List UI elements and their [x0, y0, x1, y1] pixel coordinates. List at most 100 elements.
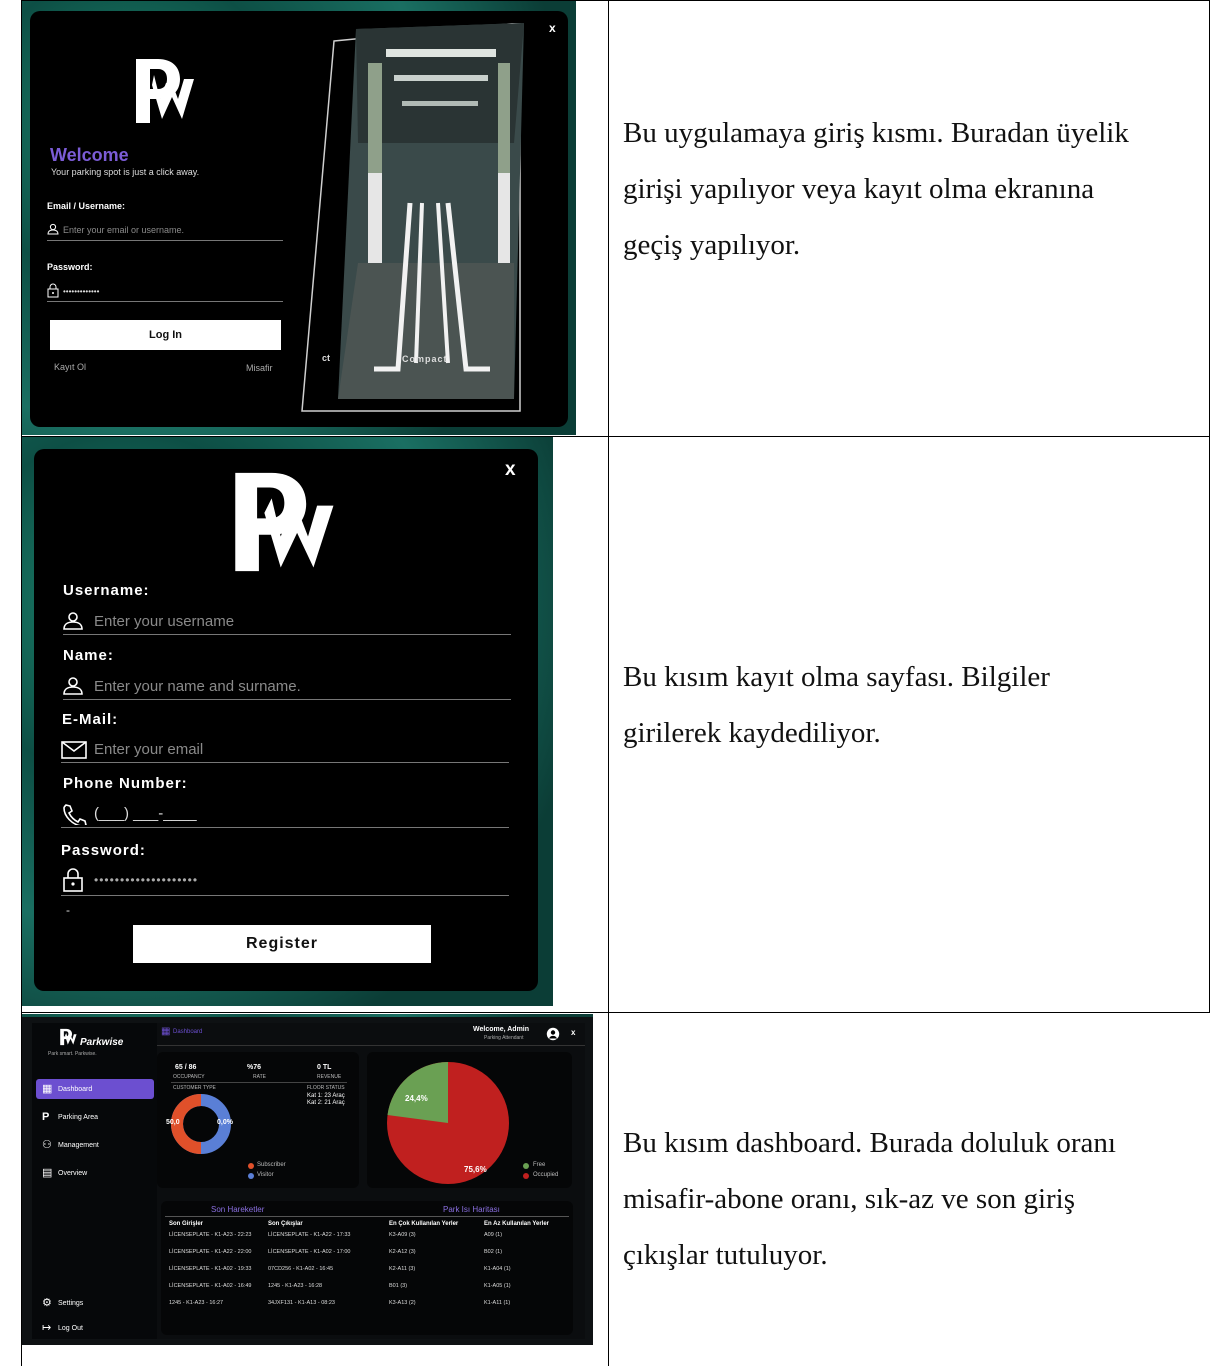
users-icon: ⚇: [42, 1139, 52, 1151]
guest-link[interactable]: Misafir: [246, 363, 273, 373]
nav-overview[interactable]: ▤ Overview: [36, 1163, 154, 1183]
welcome-heading: Welcome: [50, 145, 129, 165]
lock-icon: [63, 868, 83, 892]
report-icon: ▤: [42, 1167, 53, 1179]
mail-icon: [61, 741, 87, 759]
brand-tagline: Park smart. Parkwise.: [48, 1051, 97, 1057]
user-icon: [63, 612, 83, 630]
name-input[interactable]: Enter your name and surname.: [94, 678, 301, 695]
table-cell: K1-A05 (1): [484, 1283, 511, 1289]
row2-description: Bu kısım kayıt olma sayfası. Bilgiler gir…: [623, 661, 1050, 749]
email-label: E-Mail:: [62, 711, 119, 728]
email-input[interactable]: Enter your email: [94, 741, 203, 758]
revenue-label: REVENUE: [317, 1074, 342, 1080]
park-haritasi-title: Park Isı Haritası: [443, 1205, 500, 1214]
welcome-tagline: Your parking spot is just a click away.: [51, 167, 200, 177]
register-button[interactable]: Register: [133, 925, 431, 963]
nav-dashboard[interactable]: ▦ Dashboard: [36, 1079, 154, 1099]
name-underline: [63, 699, 511, 700]
nav-parking-area[interactable]: P Parking Area: [36, 1107, 154, 1127]
col-header-cikislar: Son Çıkışlar: [268, 1221, 303, 1227]
user-icon: [63, 677, 83, 695]
free-legend-dot: [523, 1163, 529, 1169]
photo-label-right: Compact: [402, 354, 448, 364]
dash-mark: -: [66, 903, 70, 917]
table-cell: K1-A11 (1): [484, 1300, 511, 1306]
register-link[interactable]: Kayıt Ol: [54, 362, 86, 372]
close-button[interactable]: x: [571, 1028, 575, 1037]
nav-settings[interactable]: ⚙ Settings: [36, 1293, 154, 1313]
register-panel: x Username: Enter your username Name: En…: [34, 449, 538, 991]
email-underline: [61, 762, 509, 763]
occupancy-value: 65 / 86: [175, 1064, 197, 1071]
user-icon: [47, 223, 59, 235]
phone-label: Phone Number:: [63, 775, 188, 792]
password-underline: [47, 301, 283, 302]
sidebar: Parkwise Park smart. Parkwise. ▦ Dashboar…: [32, 1023, 157, 1339]
table-cell: B01 (3): [389, 1283, 408, 1289]
subscriber-legend: Subscriber: [257, 1162, 286, 1168]
username-label: Username:: [63, 582, 150, 599]
table-cell: LİCENSEPLATE - K1-A22 - 22:00: [169, 1249, 252, 1255]
logout-icon: ↦: [42, 1322, 52, 1334]
table-cell: LİCENSEPLATE - K1-A23 - 22:23: [169, 1232, 252, 1238]
pie-free-label: 24,4%: [405, 1094, 428, 1103]
dashboard-window: Parkwise Park smart. Parkwise. ▦ Dashboar…: [22, 1017, 593, 1345]
email-underline: [47, 240, 283, 241]
parking-icon: P: [42, 1111, 50, 1123]
phone-input[interactable]: (___) ___-____: [94, 805, 197, 822]
free-legend: Free: [533, 1162, 546, 1168]
email-label: Email / Username:: [47, 201, 126, 211]
photo-label-left: ct: [322, 353, 331, 363]
table-cell: LİCENSEPLATE - K1-A22 - 17:33: [268, 1232, 351, 1238]
table-cell: 07CD256 - K1-A02 - 16:45: [268, 1266, 334, 1272]
pie-occupied-label: 75,6%: [464, 1165, 487, 1174]
breadcrumb: Dashboard: [173, 1029, 203, 1035]
col-header-en-az: En Az Kullanılan Yerler: [484, 1221, 550, 1227]
password-label: Password:: [61, 842, 146, 859]
table-cell: LİCENSEPLATE - K1-A02 - 17:00: [268, 1249, 351, 1255]
table-cell: K3-A09 (3): [389, 1232, 416, 1238]
table-cell: K2-A12 (3): [389, 1249, 416, 1255]
close-button[interactable]: x: [549, 21, 556, 35]
movements-card: Son Hareketler Park Isı Haritası Son Gir…: [161, 1201, 573, 1335]
username-underline: [63, 634, 511, 635]
donut-right-label: 0,0%: [217, 1119, 233, 1126]
avatar-icon[interactable]: [546, 1027, 560, 1041]
grid-icon: ▦: [161, 1026, 171, 1037]
stats-card: 65 / 86 OCCUPANCY %76 RATE 0 TL REVENUE …: [157, 1052, 359, 1188]
table-cell: K2-A11 (3): [389, 1266, 416, 1272]
floor-status-1: Kat 1: 23 Araç: [307, 1093, 345, 1099]
parkwise-logo-icon: [60, 1028, 77, 1046]
email-input[interactable]: Enter your email or username.: [63, 225, 184, 235]
main-area: ▦ Dashboard Welcome, Admin Parking Atten…: [157, 1023, 585, 1339]
table-cell: K3-A13 (2): [389, 1300, 416, 1306]
stats-divider: [171, 1082, 347, 1083]
nav-logout[interactable]: ↦ Log Out: [36, 1318, 154, 1338]
phone-icon: [63, 804, 87, 825]
login-button[interactable]: Log In: [50, 320, 281, 350]
occupancy-label: OCCUPANCY: [173, 1074, 205, 1080]
parkwise-logo-icon: [136, 59, 194, 123]
close-button[interactable]: x: [505, 459, 516, 481]
nav-management[interactable]: ⚇ Management: [36, 1135, 154, 1155]
visitor-legend: Visitor: [257, 1172, 274, 1178]
table-border-mid: [608, 0, 609, 1366]
password-label: Password:: [47, 262, 93, 272]
son-hareketler-title: Son Hareketler: [211, 1205, 265, 1214]
table-cell: K1-A04 (1): [484, 1266, 511, 1272]
table-cell: A09 (1): [484, 1232, 503, 1238]
table-cell: 34JXF131 - K1-A13 - 08:23: [268, 1300, 335, 1306]
table-cell: 1245 - K1-A23 - 16:27: [169, 1300, 224, 1306]
password-underline: [61, 895, 509, 896]
password-input[interactable]: ••••••••••••••••••••: [94, 873, 198, 887]
username-input[interactable]: Enter your username: [94, 613, 234, 630]
role-text: Parking Attendant: [484, 1035, 524, 1041]
table-cell: LİCENSEPLATE - K1-A02 - 19:33: [169, 1266, 252, 1272]
occupancy-pie-chart: [387, 1062, 509, 1184]
name-label: Name:: [63, 647, 114, 664]
movements-divider: [165, 1216, 569, 1217]
col-header-girisler: Son Girişler: [169, 1221, 204, 1227]
brand-name: Parkwise: [80, 1037, 124, 1048]
password-input[interactable]: •••••••••••••: [63, 287, 99, 296]
